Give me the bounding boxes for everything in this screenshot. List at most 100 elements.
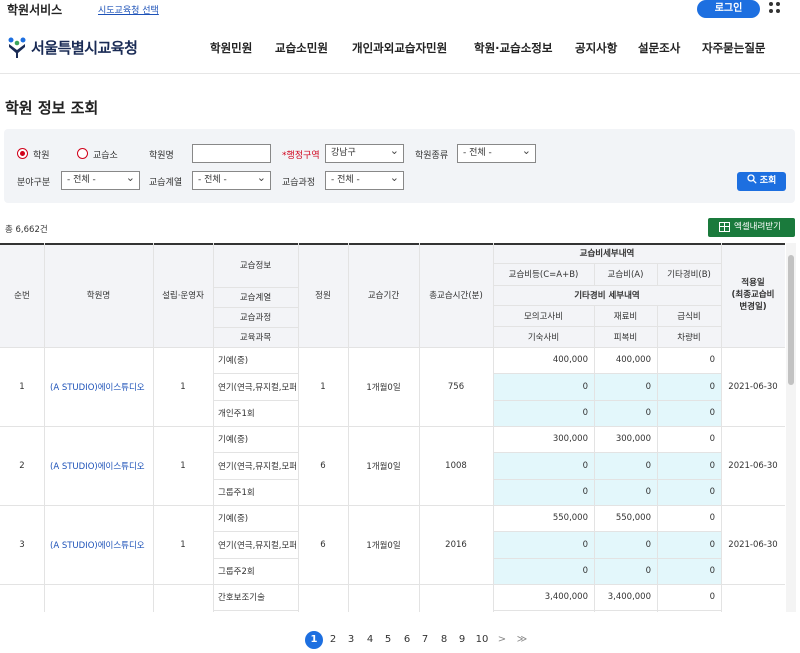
- logo[interactable]: 서울특별시교육청: [7, 36, 138, 58]
- scrollbar-thumb[interactable]: [788, 255, 794, 385]
- row-owner: 1: [180, 539, 186, 550]
- table-divider: [213, 373, 298, 374]
- excel-download-button[interactable]: 엑셀내려받기: [708, 218, 795, 237]
- page-1-link[interactable]: 1: [305, 631, 323, 649]
- row-fee-b: 0: [709, 434, 715, 444]
- row-meal: 0: [709, 460, 715, 471]
- academy-name-link[interactable]: (A STUDIO)에이스튜디오: [44, 505, 153, 584]
- academy-name-link[interactable]: (A STUDIO)에이스튜디오: [44, 426, 153, 505]
- academy-type-select[interactable]: - 전체 -: [457, 142, 536, 163]
- table-divider: [493, 531, 721, 532]
- page-10-link[interactable]: 10: [474, 631, 490, 649]
- page-9-link[interactable]: 9: [457, 631, 467, 649]
- row-material: 0: [645, 460, 651, 471]
- nav-item-survey[interactable]: 설문조사: [638, 40, 680, 56]
- row-meal: 0: [709, 381, 715, 392]
- header-vehicle: 차량비: [677, 332, 701, 343]
- row-course: 연기(연극,뮤지컬,모퍼: [218, 382, 298, 393]
- page-2-link[interactable]: 2: [328, 631, 338, 649]
- series-select[interactable]: - 전체 -: [192, 169, 271, 190]
- page-6-link[interactable]: 6: [402, 631, 412, 649]
- row-meal: 0: [709, 539, 715, 550]
- nav-item-tutoring-petition[interactable]: 교습소민원: [275, 40, 328, 56]
- table-divider: [493, 263, 721, 264]
- nav-item-faq[interactable]: 자주묻는질문: [702, 40, 765, 56]
- academy-name-input[interactable]: [192, 144, 271, 163]
- search-button-label: 조회: [759, 176, 777, 186]
- row-series: 간호보조기술: [218, 593, 265, 603]
- page-4-link[interactable]: 4: [365, 631, 375, 649]
- row-series: 기예(중): [218, 514, 249, 524]
- logo-mark-icon: [8, 37, 26, 58]
- header-clothes: 피복비: [613, 332, 638, 343]
- row-fee-b: 0: [709, 513, 715, 523]
- table-divider: [213, 327, 298, 328]
- nav-item-academy-info[interactable]: 학원·교습소정보: [474, 40, 552, 56]
- row-apply-date: 2021-06-30: [728, 460, 778, 471]
- page-3-link[interactable]: 3: [346, 631, 356, 649]
- academy-radio[interactable]: [17, 148, 28, 159]
- last-page-icon[interactable]: ≫: [515, 631, 529, 649]
- search-panel: 학원 교습소 학원명 *행정구역 강남구 학원종류 - 전체 - 분야구분 - …: [4, 129, 795, 203]
- row-mock: 0: [582, 460, 588, 471]
- nav-item-academy-petition[interactable]: 학원민원: [210, 40, 252, 56]
- row-apply-date: 2021-06-30: [728, 381, 778, 392]
- header-meal: 급식비: [677, 311, 701, 322]
- table-divider: [657, 305, 658, 612]
- nav-item-notice[interactable]: 공지사항: [575, 40, 617, 56]
- academy-table: 순번 학원명 설립·운영자 교습정보 교습계열 교습과정 교육과목 정원 교습기간 총교습시간(분…: [0, 243, 785, 612]
- row-subject: 그룹주2회: [218, 567, 255, 577]
- table-divider: [657, 263, 658, 285]
- table-divider: [213, 531, 298, 532]
- table-divider: [213, 243, 214, 612]
- page-7-link[interactable]: 7: [420, 631, 430, 649]
- row-series: 기예(중): [218, 356, 249, 366]
- row-owner: 1: [180, 381, 186, 392]
- table-divider: [493, 373, 721, 374]
- login-button[interactable]: 로그인: [697, 0, 760, 18]
- academy-type-select-value: - 전체 -: [463, 148, 492, 158]
- page-5-link[interactable]: 5: [383, 631, 393, 649]
- row-material: 0: [645, 539, 651, 550]
- row-dorm: 0: [582, 487, 588, 497]
- field-select[interactable]: - 전체 -: [61, 169, 140, 190]
- row-clothes: 0: [645, 566, 651, 576]
- header-lesson-subject: 교육과목: [239, 333, 272, 343]
- nav-item-private-tutor-petition[interactable]: 개인과외교습자민원: [352, 40, 447, 56]
- next-page-icon[interactable]: >: [497, 631, 507, 649]
- table-divider: [493, 326, 721, 327]
- table-divider: [493, 305, 721, 306]
- series-label: 교습계열: [149, 178, 183, 188]
- table-divider: [213, 307, 298, 308]
- row-fee-sum: 3,400,000: [544, 592, 588, 602]
- total-count: 총 6,662건: [5, 225, 48, 235]
- site-header: 서울특별시교육청 학원민원 교습소민원 개인과외교습자민원 학원·교습소정보 공…: [0, 22, 800, 74]
- table-divider: [213, 479, 298, 480]
- table-scrollbar[interactable]: [786, 243, 796, 612]
- edu-office-select-link[interactable]: 시도교육청 선택: [98, 3, 159, 16]
- table-divider: [594, 305, 595, 612]
- region-select[interactable]: 강남구: [325, 142, 404, 163]
- service-title: 학원서비스: [7, 3, 63, 17]
- row-period: 1개월0일: [366, 461, 401, 472]
- header-no: 순번: [14, 291, 30, 301]
- table-divider: [213, 610, 298, 611]
- row-clothes: 0: [645, 408, 651, 418]
- course-select[interactable]: - 전체 -: [325, 169, 404, 190]
- row-capacity: 6: [320, 460, 326, 471]
- academy-name-link[interactable]: (A STUDIO)에이스튜디오: [44, 347, 153, 426]
- row-owner: 1: [180, 460, 186, 471]
- row-course: 연기(연극,뮤지컬,모퍼: [218, 461, 298, 472]
- grid-menu-icon[interactable]: [769, 2, 781, 14]
- page-8-link[interactable]: 8: [439, 631, 449, 649]
- search-icon: [747, 174, 757, 184]
- header-total-time: 총교습시간(분): [429, 291, 483, 301]
- search-button[interactable]: 조회: [737, 172, 786, 191]
- row-period: 1개월0일: [366, 540, 401, 551]
- row-no: 3: [19, 539, 25, 550]
- row-series: 기예(중): [218, 435, 249, 445]
- row-mock: 0: [582, 381, 588, 392]
- tutoring-radio[interactable]: [77, 148, 88, 159]
- field-select-value: - 전체 -: [67, 175, 96, 185]
- row-no: 1: [19, 381, 25, 392]
